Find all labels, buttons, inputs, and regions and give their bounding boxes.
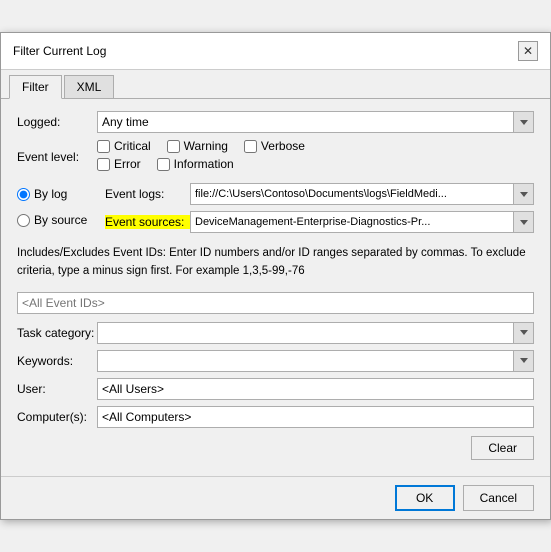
event-logs-value: file://C:\Users\Contoso\Documents\logs\F… xyxy=(191,188,513,200)
bottom-buttons: OK Cancel xyxy=(1,476,550,519)
user-row: User: xyxy=(17,378,534,400)
event-logs-label: Event logs: xyxy=(105,187,190,201)
cancel-button[interactable]: Cancel xyxy=(463,485,534,511)
radio-by-log[interactable]: By log xyxy=(17,187,97,201)
tab-bar: Filter XML xyxy=(1,70,550,99)
keywords-dropdown[interactable] xyxy=(97,350,534,372)
dialog-title: Filter Current Log xyxy=(13,44,106,58)
event-sources-label: Event sources: xyxy=(105,215,190,229)
event-level-label: Event level: xyxy=(17,150,97,164)
critical-label: Critical xyxy=(114,139,151,153)
radio-section: By log By source Event logs: file://C:\U… xyxy=(17,183,534,233)
checkbox-critical: Critical xyxy=(97,139,151,153)
tab-xml[interactable]: XML xyxy=(64,75,115,99)
task-category-label: Task category: xyxy=(17,326,97,340)
event-level-checkboxes: Critical Warning Verbose Error xyxy=(97,139,534,175)
computer-input-area xyxy=(97,406,534,428)
logged-label: Logged: xyxy=(17,115,97,129)
by-source-radio[interactable] xyxy=(17,214,30,227)
task-category-dropdown[interactable] xyxy=(97,322,534,344)
event-logs-row: Event logs: file://C:\Users\Contoso\Docu… xyxy=(105,183,534,205)
error-label: Error xyxy=(114,157,141,171)
checkbox-row-2: Error Information xyxy=(97,157,534,171)
chevron-down-icon xyxy=(520,220,528,225)
logged-row: Logged: Any time xyxy=(17,111,534,133)
event-ids-row xyxy=(17,292,534,314)
chevron-down-icon xyxy=(520,192,528,197)
event-level-row: Event level: Critical Warning Verbose xyxy=(17,139,534,175)
event-sources-dropdown[interactable]: DeviceManagement-Enterprise-Diagnostics-… xyxy=(190,211,534,233)
ok-button[interactable]: OK xyxy=(395,485,455,511)
checkbox-warning: Warning xyxy=(167,139,228,153)
error-checkbox[interactable] xyxy=(97,158,110,171)
radio-fields: Event logs: file://C:\Users\Contoso\Docu… xyxy=(105,183,534,233)
keywords-arrow[interactable] xyxy=(513,351,533,371)
logged-value: Any time xyxy=(98,111,513,133)
warning-label: Warning xyxy=(184,139,228,153)
user-input[interactable] xyxy=(97,378,534,400)
event-logs-arrow[interactable] xyxy=(513,184,533,204)
clear-button[interactable]: Clear xyxy=(471,436,534,460)
checkbox-information: Information xyxy=(157,157,234,171)
checkbox-verbose: Verbose xyxy=(244,139,305,153)
information-checkbox[interactable] xyxy=(157,158,170,171)
verbose-label: Verbose xyxy=(261,139,305,153)
keywords-label: Keywords: xyxy=(17,354,97,368)
event-logs-dropdown[interactable]: file://C:\Users\Contoso\Documents\logs\F… xyxy=(190,183,534,205)
event-sources-row: Event sources: DeviceManagement-Enterpri… xyxy=(105,211,534,233)
by-log-label: By log xyxy=(34,187,67,201)
computer-input[interactable] xyxy=(97,406,534,428)
chevron-down-icon xyxy=(520,330,528,335)
information-label: Information xyxy=(174,157,234,171)
task-category-row: Task category: xyxy=(17,322,534,344)
logged-arrow[interactable] xyxy=(513,112,533,132)
description-text: Includes/Excludes Event IDs: Enter ID nu… xyxy=(17,241,534,284)
user-label: User: xyxy=(17,382,97,396)
computer-label: Computer(s): xyxy=(17,410,97,424)
verbose-checkbox[interactable] xyxy=(244,140,257,153)
tab-filter[interactable]: Filter xyxy=(9,75,62,99)
clear-row: Clear xyxy=(17,436,534,460)
task-category-arrow[interactable] xyxy=(513,323,533,343)
dialog: Filter Current Log ✕ Filter XML Logged: … xyxy=(0,32,551,520)
by-log-radio[interactable] xyxy=(17,188,30,201)
event-sources-value: DeviceManagement-Enterprise-Diagnostics-… xyxy=(191,216,513,228)
radio-by-source[interactable]: By source xyxy=(17,213,97,227)
checkbox-row-1: Critical Warning Verbose xyxy=(97,139,534,153)
chevron-down-icon xyxy=(520,120,528,125)
title-bar: Filter Current Log ✕ xyxy=(1,33,550,70)
by-source-label: By source xyxy=(34,213,87,227)
keywords-row: Keywords: xyxy=(17,350,534,372)
checkbox-error: Error xyxy=(97,157,141,171)
critical-checkbox[interactable] xyxy=(97,140,110,153)
user-input-area xyxy=(97,378,534,400)
event-ids-input[interactable] xyxy=(17,292,534,314)
filter-content: Logged: Any time Event level: Critical xyxy=(1,99,550,476)
event-sources-arrow[interactable] xyxy=(513,212,533,232)
computer-row: Computer(s): xyxy=(17,406,534,428)
warning-checkbox[interactable] xyxy=(167,140,180,153)
radio-column: By log By source xyxy=(17,183,97,233)
close-button[interactable]: ✕ xyxy=(518,41,538,61)
chevron-down-icon xyxy=(520,358,528,363)
logged-dropdown[interactable]: Any time xyxy=(97,111,534,133)
